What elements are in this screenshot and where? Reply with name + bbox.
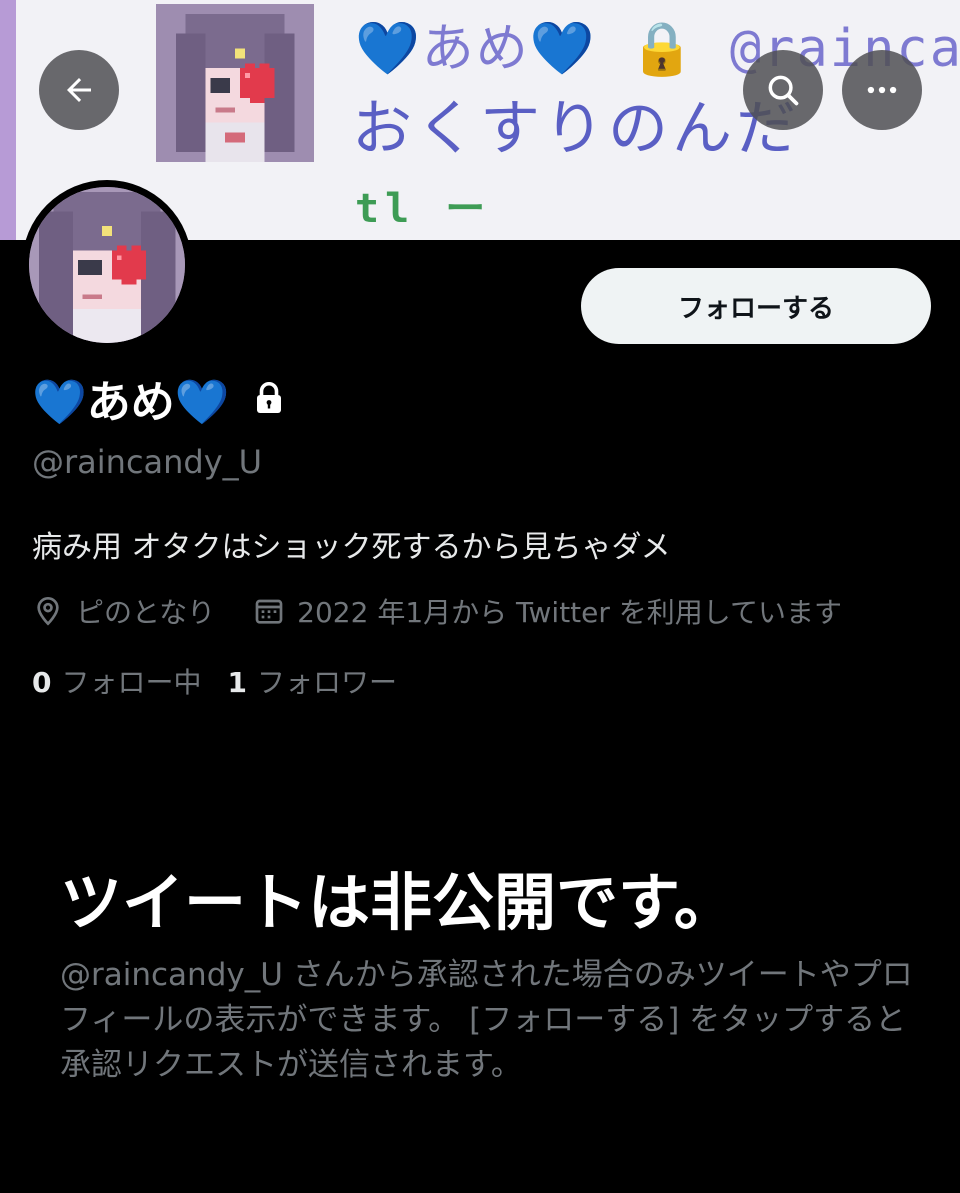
- following-count: 0: [32, 666, 52, 699]
- avatar-image: [29, 187, 185, 343]
- follow-button[interactable]: フォローする: [581, 268, 931, 344]
- following-label: フォロー中: [61, 666, 202, 699]
- banner-text-line-3: tl ー: [355, 186, 492, 232]
- join-date: 2022 年1月から Twitter を利用しています: [253, 591, 842, 631]
- location-text: ピのとなり: [76, 596, 216, 629]
- lock-icon: [256, 382, 281, 413]
- join-date-text: 2022 年1月から Twitter を利用しています: [297, 596, 842, 629]
- followers-count-link[interactable]: 1 フォロワー: [228, 661, 398, 701]
- search-button[interactable]: [743, 50, 823, 130]
- following-count-link[interactable]: 0 フォロー中: [32, 661, 202, 701]
- location: ピのとなり: [32, 591, 215, 631]
- protected-description: @raincandy_U さんから承認された場合のみツイートやプロフィールの表示…: [60, 957, 913, 1083]
- avatar[interactable]: [22, 180, 192, 350]
- display-name: 💙あめ💙: [32, 377, 230, 428]
- search-icon: [768, 75, 799, 106]
- more-horizontal-icon: [867, 86, 897, 94]
- calendar-icon: [255, 599, 283, 624]
- arrow-left-icon: [67, 78, 91, 102]
- banner-stripe: [0, 0, 16, 240]
- more-options-button[interactable]: [842, 50, 922, 130]
- banner-pixel-art: [156, 4, 314, 162]
- banner-text-line-2: おくすりのんだ: [352, 94, 800, 164]
- followers-count: 1: [227, 666, 247, 699]
- handle: @raincandy_U: [32, 443, 263, 481]
- location-pin-icon: [37, 596, 59, 626]
- followers-label: フォロワー: [256, 666, 397, 699]
- follow-counts: 0 フォロー中 1 フォロワー: [32, 661, 397, 701]
- protected-title: ツイートは非公開です。: [60, 866, 736, 939]
- back-button[interactable]: [39, 50, 119, 130]
- display-name-row: 💙あめ💙: [32, 366, 284, 430]
- bio: 病み用 オタクはショック死するから見ちゃダメ: [32, 530, 671, 565]
- profile-meta: ピのとなり 2022 年1月から Twitter を利用しています: [32, 591, 842, 631]
